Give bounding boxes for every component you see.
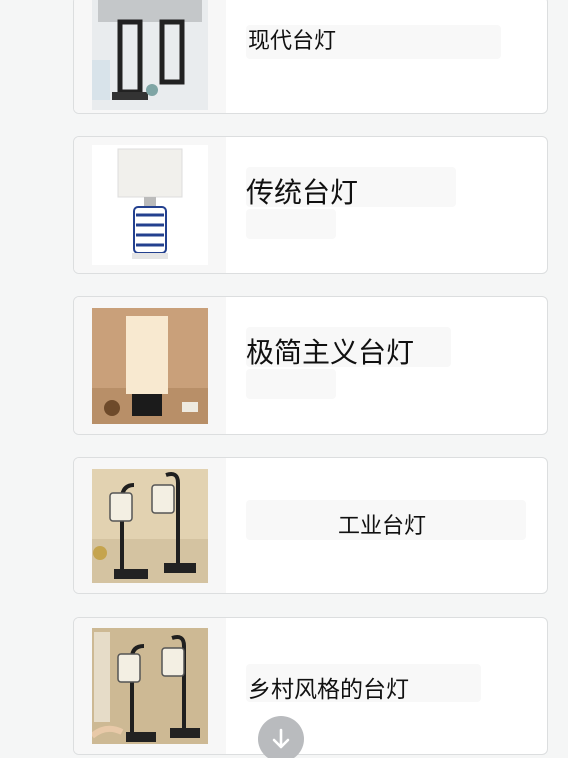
list-item-rustic-lamp[interactable]: 乡村风格的台灯	[73, 617, 548, 755]
industrial-lamp-image	[74, 458, 226, 593]
item-label: 极简主义台灯	[246, 336, 415, 369]
list-item-industrial-lamp[interactable]: 工业台灯	[73, 457, 548, 594]
list-item-modern-lamp[interactable]: 现代台灯	[73, 0, 548, 114]
list-item-minimalist-lamp[interactable]: 极简主义台灯	[73, 296, 548, 435]
minimalist-lamp-image	[74, 297, 226, 434]
item-label: 现代台灯	[248, 29, 337, 54]
arrow-down-icon	[272, 728, 290, 749]
item-label: 工业台灯	[338, 514, 427, 539]
rustic-lamp-image	[74, 618, 226, 754]
traditional-lamp-image	[74, 137, 226, 273]
scroll-down-button[interactable]	[258, 716, 304, 758]
modern-lamp-image	[74, 0, 226, 113]
list-item-traditional-lamp[interactable]: 传统台灯	[73, 136, 548, 274]
item-label: 乡村风格的台灯	[248, 677, 409, 703]
item-label: 传统台灯	[246, 176, 359, 209]
